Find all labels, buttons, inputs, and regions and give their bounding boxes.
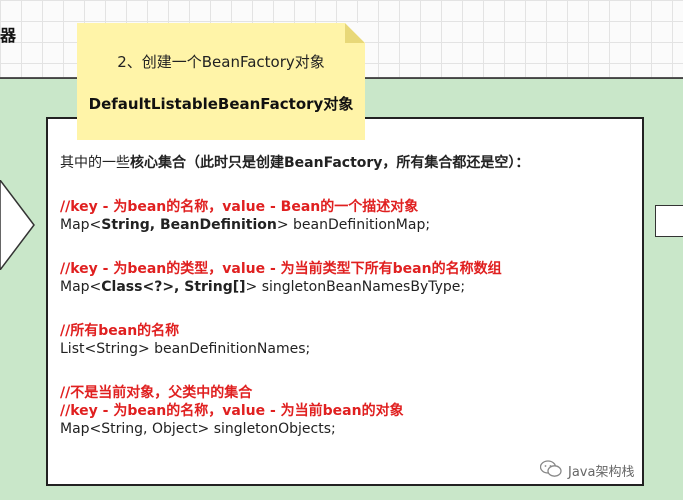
code-definition-names: List<String> beanDefinitionNames; [60,341,311,357]
intro-line: 其中的一些核心集合（此时只是创建BeanFactory，所有集合都还是空）： [60,154,630,172]
comment-parent-collection: //不是当前对象，父类中的集合 [60,385,253,401]
collections-text: 其中的一些核心集合（此时只是创建BeanFactory，所有集合都还是空）： /… [60,154,630,438]
watermark-text: Java架构栈 [568,465,635,480]
container-title-fragment: 器 [0,26,17,45]
code-bean-definition-map: Map<String, BeanDefinition> beanDefiniti… [60,216,630,234]
comment-singleton-objects: //key - 为bean的名称，value - 为当前bean的对象 [60,403,404,419]
note-fold-corner [345,23,365,43]
code2-prefix: Map< [60,279,102,295]
code2-suffix: > singletonBeanNamesByType; [245,279,466,295]
intro-bold: 核心集合（此时只是创建BeanFactory，所有集合都还是空）： [130,155,530,171]
wechat-icon [540,460,562,477]
code1-types: String, BeanDefinition [101,217,277,233]
intro-plain: 其中的一些 [60,155,130,171]
code-names-by-type: Map<Class<?>, String[]> singletonBeanNam… [60,278,630,296]
note-step-text: 2、创建一个BeanFactory对象 [117,53,325,71]
note-class-name: DefaultListableBeanFactory对象 [88,95,354,113]
flow-arrow-left [0,180,35,270]
comment-names-by-type: //key - 为bean的类型，value - 为当前类型下所有bean的名称… [60,261,502,277]
comment-bean-definition-map: //key - 为bean的名称，value - Bean的一个描述对象 [60,199,419,215]
comment-definition-names: //所有bean的名称 [60,323,180,339]
watermark: Java架构栈 [540,458,680,480]
code2-types: Class<?>, String[] [101,279,246,295]
code1-suffix: > beanDefinitionMap; [276,217,431,233]
sticky-note: 2、创建一个BeanFactory对象 DefaultListableBeanF… [77,23,365,140]
flow-next-shape [655,205,683,237]
code-singleton-objects: Map<String, Object> singletonObjects; [60,421,336,437]
code1-prefix: Map< [60,217,102,233]
